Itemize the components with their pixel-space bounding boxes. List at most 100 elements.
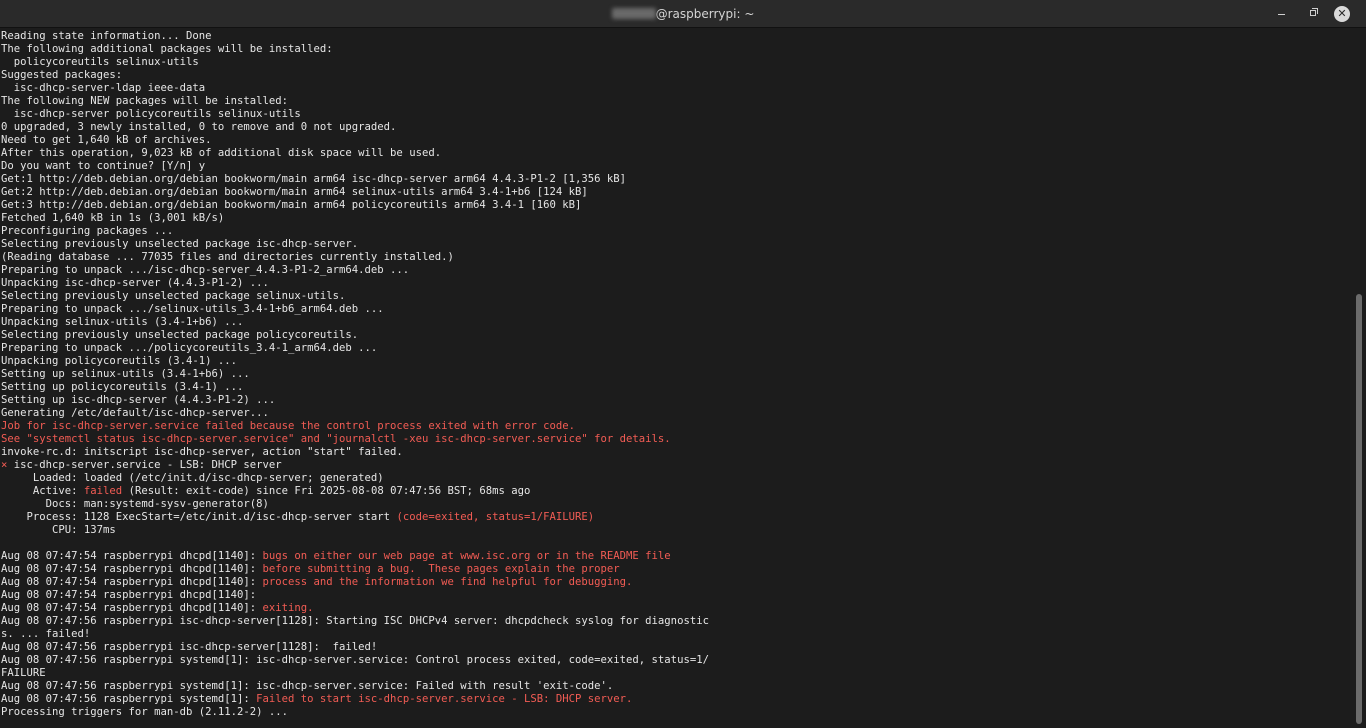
terminal-line: Unpacking selinux-utils (3.4-1+b6) ... (0, 316, 1350, 329)
terminal-text: Selecting previously unselected package … (1, 290, 346, 302)
redacted-username (611, 8, 656, 19)
terminal-line: isc-dhcp-server-ldap ieee-data (0, 82, 1350, 95)
terminal-line: 0 upgraded, 3 newly installed, 0 to remo… (0, 121, 1350, 134)
terminal-line: Get:1 http://deb.debian.org/debian bookw… (0, 173, 1350, 186)
terminal-line: Suggested packages: (0, 69, 1350, 82)
terminal-line: Selecting previously unselected package … (0, 329, 1350, 342)
terminal-line: Process: 1128 ExecStart=/etc/init.d/isc-… (0, 511, 1350, 524)
terminal-text: Suggested packages: (1, 69, 123, 81)
minimize-button[interactable] (1274, 6, 1290, 22)
terminal-text: 0 upgraded, 3 newly installed, 0 to remo… (1, 121, 397, 133)
terminal-text: Setting up selinux-utils (3.4-1+b6) ... (1, 368, 250, 380)
terminal-text: The following additional packages will b… (1, 43, 333, 55)
terminal-text: Process: 1128 ExecStart=/etc/init.d/isc-… (1, 511, 397, 523)
terminal-text: isc-dhcp-server.service - LSB: DHCP serv… (7, 459, 282, 471)
terminal-text: Aug 08 07:47:54 raspberrypi dhcpd[1140]: (1, 576, 263, 588)
terminal-line: Aug 08 07:47:56 raspberrypi isc-dhcp-ser… (0, 641, 1350, 654)
terminal-line: Reading state information... Done (0, 30, 1350, 43)
terminal-line: After this operation, 9,023 kB of additi… (0, 147, 1350, 160)
terminal-text: Get:3 http://deb.debian.org/debian bookw… (1, 199, 582, 211)
terminal-line: CPU: 137ms (0, 524, 1350, 537)
maximize-icon (1310, 10, 1316, 16)
terminal-text: Fetched 1,640 kB in 1s (3,001 kB/s) (1, 212, 225, 224)
terminal-line: Preparing to unpack .../policycoreutils_… (0, 342, 1350, 355)
terminal-line: Aug 08 07:47:56 raspberrypi systemd[1]: … (0, 693, 1350, 706)
terminal-text: Aug 08 07:47:56 raspberrypi systemd[1]: … (1, 680, 614, 692)
terminal-text: Need to get 1,640 kB of archives. (1, 134, 212, 146)
scrollbar[interactable] (1352, 28, 1366, 728)
terminal-text: Setting up isc-dhcp-server (4.4.3-P1-2) … (1, 394, 276, 406)
terminal-text: After this operation, 9,023 kB of additi… (1, 147, 442, 159)
terminal-text: (Result: exit-code) since Fri 2025-08-08… (122, 485, 531, 497)
terminal-line: Get:3 http://deb.debian.org/debian bookw… (0, 199, 1350, 212)
terminal-text: invoke-rc.d: initscript isc-dhcp-server,… (1, 446, 403, 458)
terminal-line: (Reading database ... 77035 files and di… (0, 251, 1350, 264)
terminal-line: The following NEW packages will be insta… (0, 95, 1350, 108)
terminal-text: Get:1 http://deb.debian.org/debian bookw… (1, 173, 627, 185)
terminal-text: Processing triggers for man-db (2.11.2-2… (1, 706, 289, 718)
terminal-line: Do you want to continue? [Y/n] y (0, 160, 1350, 173)
terminal-text: Aug 08 07:47:56 raspberrypi isc-dhcp-ser… (1, 641, 378, 653)
terminal-line: invoke-rc.d: initscript isc-dhcp-server,… (0, 446, 1350, 459)
terminal-text: Reading state information... Done (1, 30, 212, 42)
maximize-button[interactable] (1306, 6, 1322, 22)
close-button[interactable]: ✕ (1334, 6, 1350, 22)
terminal-line: Setting up selinux-utils (3.4-1+b6) ... (0, 368, 1350, 381)
terminal-text: Aug 08 07:47:54 raspberrypi dhcpd[1140]: (1, 563, 263, 575)
window-title-host: @raspberrypi: ~ (655, 7, 755, 21)
terminal-line: Aug 08 07:47:54 raspberrypi dhcpd[1140]:… (0, 602, 1350, 615)
terminal-line: s. ... failed! (0, 628, 1350, 641)
terminal-error-text: Failed to start isc-dhcp-server.service … (256, 693, 633, 705)
terminal-line: Setting up isc-dhcp-server (4.4.3-P1-2) … (0, 394, 1350, 407)
terminal-error-text: Job for isc-dhcp-server.service failed b… (1, 420, 576, 432)
terminal-text: policycoreutils selinux-utils (1, 56, 199, 68)
terminal-output[interactable]: Reading state information... Done The fol… (0, 28, 1350, 728)
terminal-text: Preconfiguring packages ... (1, 225, 174, 237)
terminal-window: @raspberrypi: ~ ✕ Reading state informat… (0, 0, 1366, 728)
title-bar[interactable]: @raspberrypi: ~ ✕ (0, 0, 1366, 28)
terminal-line: Preparing to unpack .../selinux-utils_3.… (0, 303, 1350, 316)
terminal-text: Preparing to unpack .../selinux-utils_3.… (1, 303, 384, 315)
terminal-line: Processing triggers for man-db (2.11.2-2… (0, 706, 1350, 719)
close-icon: ✕ (1337, 7, 1347, 20)
terminal-line: Get:2 http://deb.debian.org/debian bookw… (0, 186, 1350, 199)
terminal-text: Aug 08 07:47:56 raspberrypi isc-dhcp-ser… (1, 615, 709, 627)
terminal-error-text: exiting. (262, 602, 314, 614)
terminal-text: FAILURE (1, 667, 46, 679)
terminal-text: Selecting previously unselected package … (1, 329, 359, 341)
terminal-text: Loaded: loaded (/etc/init.d/isc-dhcp-ser… (1, 472, 384, 484)
terminal-line: Aug 08 07:47:56 raspberrypi isc-dhcp-ser… (0, 615, 1350, 628)
terminal-text: Do you want to continue? [Y/n] y (1, 160, 206, 172)
terminal-line: Docs: man:systemd-sysv-generator(8) (0, 498, 1350, 511)
terminal-error-text: (code=exited, status=1/FAILURE) (396, 511, 595, 523)
terminal-line: Fetched 1,640 kB in 1s (3,001 kB/s) (0, 212, 1350, 225)
terminal-line: policycoreutils selinux-utils (0, 56, 1350, 69)
terminal-text: Unpacking selinux-utils (3.4-1+b6) ... (1, 316, 244, 328)
terminal-line: Aug 08 07:47:56 raspberrypi systemd[1]: … (0, 654, 1350, 667)
terminal-text: Get:2 http://deb.debian.org/debian bookw… (1, 186, 588, 198)
terminal-text: Aug 08 07:47:56 raspberrypi systemd[1]: … (1, 654, 709, 666)
scrollbar-thumb[interactable] (1356, 294, 1362, 724)
terminal-line: Preparing to unpack .../isc-dhcp-server_… (0, 264, 1350, 277)
terminal-text: Selecting previously unselected package … (1, 238, 359, 250)
terminal-line: Selecting previously unselected package … (0, 290, 1350, 303)
terminal-line: Job for isc-dhcp-server.service failed b… (0, 420, 1350, 433)
terminal-line: isc-dhcp-server policycoreutils selinux-… (0, 108, 1350, 121)
terminal-line: × isc-dhcp-server.service - LSB: DHCP se… (0, 459, 1350, 472)
terminal-line: Preconfiguring packages ... (0, 225, 1350, 238)
terminal-line: Need to get 1,640 kB of archives. (0, 134, 1350, 147)
terminal-text: CPU: 137ms (1, 524, 116, 536)
terminal-line: See "systemctl status isc-dhcp-server.se… (0, 433, 1350, 446)
terminal-text: Preparing to unpack .../policycoreutils_… (1, 342, 378, 354)
terminal-text: Unpacking isc-dhcp-server (4.4.3-P1-2) .… (1, 277, 269, 289)
terminal-text: Preparing to unpack .../isc-dhcp-server_… (1, 264, 410, 276)
terminal-text: Docs: man:systemd-sysv-generator(8) (1, 498, 269, 510)
terminal-line: FAILURE (0, 667, 1350, 680)
terminal-line: Selecting previously unselected package … (0, 238, 1350, 251)
terminal-line: Active: failed (Result: exit-code) since… (0, 485, 1350, 498)
terminal-text: isc-dhcp-server policycoreutils selinux-… (1, 108, 301, 120)
terminal-text: isc-dhcp-server-ldap ieee-data (1, 82, 206, 94)
terminal-line: Loaded: loaded (/etc/init.d/isc-dhcp-ser… (0, 472, 1350, 485)
terminal-text: (Reading database ... 77035 files and di… (1, 251, 454, 263)
